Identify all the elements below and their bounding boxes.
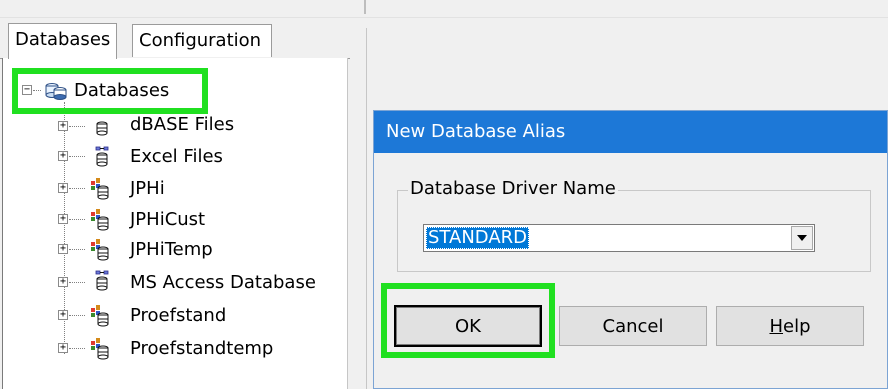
odbc-link-db-icon: [95, 270, 109, 291]
driver-name-select[interactable]: STANDARD: [423, 224, 815, 252]
odbc-link-db-icon: [95, 146, 109, 167]
odbc-db-icon: [96, 121, 108, 136]
tree-item-label: dBASE Files: [130, 114, 235, 135]
help-accelerator-key: H: [769, 316, 784, 337]
right-area-border: [366, 28, 367, 389]
tab-configuration-label: Configuration: [139, 30, 262, 51]
help-button[interactable]: Help: [716, 306, 864, 346]
dropdown-button[interactable]: [791, 226, 813, 250]
tree-connector: [33, 90, 41, 91]
top-toolbar-strip: [0, 0, 888, 18]
tree-item-jphitemp[interactable]: + JPHiTemp: [56, 237, 336, 263]
expand-toggle-icon[interactable]: +: [58, 244, 68, 254]
tree-item-jphi[interactable]: + JPHi: [56, 176, 336, 202]
tree-item-label: Proefstand: [130, 305, 227, 326]
toolbar-separator: [364, 0, 366, 14]
tree-item-label: JPHiTemp: [130, 239, 213, 260]
expand-toggle-icon[interactable]: +: [58, 121, 68, 131]
driver-name-group-label: Database Driver Name: [408, 178, 618, 200]
tree-item-proefstand[interactable]: + Proefstand: [56, 303, 336, 329]
tree-item-label: JPHiCust: [130, 209, 206, 230]
tree-item-label: MS Access Database: [130, 272, 316, 293]
tree-connector: [69, 188, 85, 189]
tree-connector: [69, 126, 85, 127]
tree-connector: [69, 249, 85, 250]
help-button-label: Help: [769, 316, 810, 337]
expand-toggle-icon[interactable]: +: [58, 214, 68, 224]
tree-root-label: Databases: [74, 80, 170, 101]
tree-item-excel-files[interactable]: + Excel Files: [56, 144, 336, 170]
expand-toggle-icon[interactable]: +: [58, 277, 68, 287]
chevron-down-icon: [797, 235, 807, 241]
db-alias-icon: [91, 178, 109, 200]
tree-item-dbase-files[interactable]: + dBASE Files: [56, 114, 336, 140]
tree-item-proefstandtemp[interactable]: + Proefstandtemp: [56, 336, 336, 362]
expand-toggle-icon[interactable]: +: [58, 310, 68, 320]
tree-item-label: Proefstandtemp: [130, 338, 274, 359]
dialog-title-bar[interactable]: New Database Alias: [374, 111, 887, 153]
expand-toggle-icon[interactable]: +: [58, 343, 68, 353]
expand-toggle-icon[interactable]: +: [58, 151, 68, 161]
db-alias-icon: [91, 239, 109, 261]
tab-databases[interactable]: Databases: [8, 23, 118, 59]
ok-button[interactable]: OK: [394, 305, 542, 347]
tree-item-jphicust[interactable]: + JPHiCust: [56, 207, 336, 233]
tree-connector: [69, 219, 85, 220]
expand-toggle-icon[interactable]: +: [58, 183, 68, 193]
db-alias-icon: [91, 338, 109, 360]
databases-root-icon: [45, 83, 67, 100]
tab-configuration[interactable]: Configuration: [132, 24, 272, 57]
tree-item-ms-access-database[interactable]: + MS Access Database: [56, 270, 346, 296]
tree-item-label: Excel Files: [130, 146, 223, 167]
help-label-rest: elp: [783, 316, 811, 337]
ok-button-label: OK: [455, 316, 481, 337]
tree-connector: [69, 348, 85, 349]
tree-connector: [69, 282, 85, 283]
dialog-title: New Database Alias: [386, 121, 566, 142]
db-alias-icon: [91, 305, 109, 327]
tab-databases-label: Databases: [15, 29, 111, 50]
cancel-button-label: Cancel: [602, 316, 664, 337]
driver-name-selected-value: STANDARD: [426, 227, 530, 249]
cancel-button[interactable]: Cancel: [559, 306, 707, 346]
collapse-toggle-icon[interactable]: −: [22, 85, 32, 95]
tree-node-databases-root[interactable]: − Databases: [20, 78, 220, 104]
tree-connector: [69, 156, 85, 157]
tree-item-label: JPHi: [130, 178, 165, 199]
db-alias-icon: [91, 209, 109, 231]
tree-connector: [69, 315, 85, 316]
